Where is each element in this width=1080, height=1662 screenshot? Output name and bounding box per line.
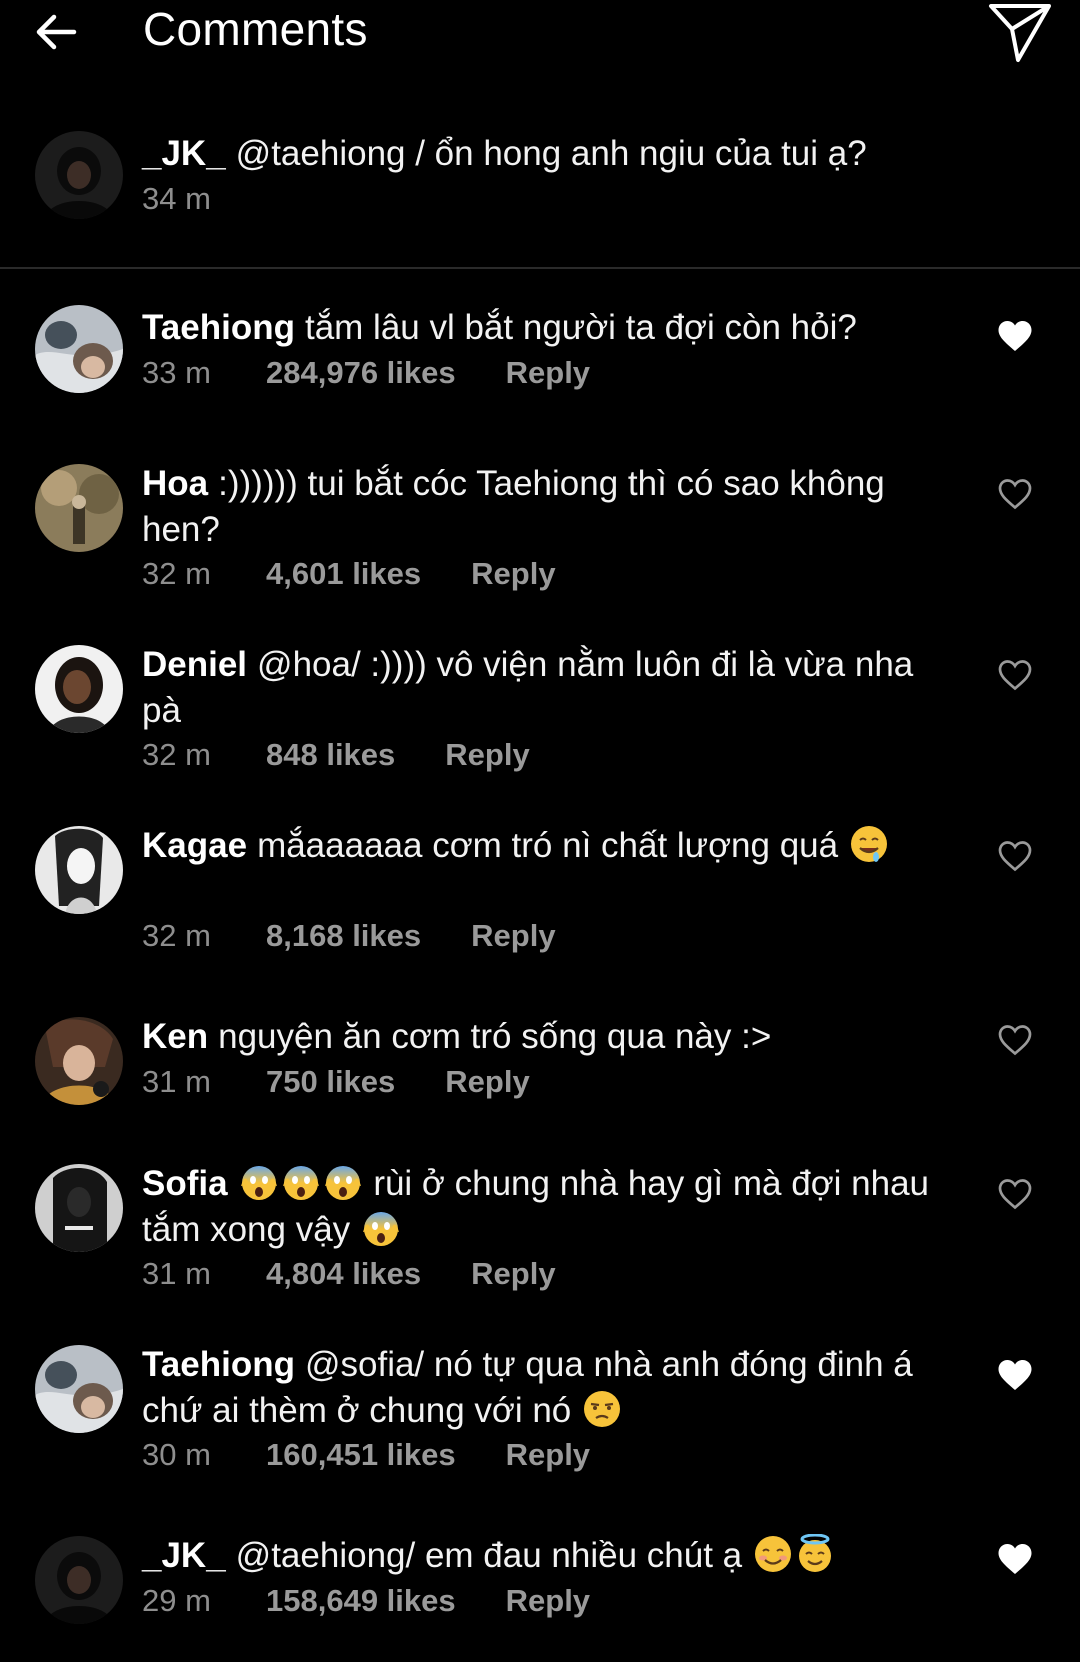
comment-text: Sofia rùi ở chung nhà hay gì mà đợi nhau… [142,1164,930,1249]
username[interactable]: Deniel [142,645,247,684]
comment-meta: 30 m 160,451 likes Reply [142,1435,590,1475]
comment-text: Kagae mắaaaaaa cơm tró nì chất lượng quá [142,823,942,869]
timestamp: 33 m [142,355,211,390]
heart-outline-icon[interactable] [997,1177,1033,1211]
comment-meta: 32 m 4,601 likes Reply [142,554,556,594]
unamused-face-emoji [584,1391,620,1427]
avatar[interactable] [35,1164,123,1252]
avatar[interactable] [35,826,123,914]
share-button[interactable] [984,0,1056,66]
reply-button[interactable]: Reply [445,1062,529,1102]
comment-text: _JK_ @taehiong/ em đau nhiều chút ạ [142,1533,942,1579]
username[interactable]: Kagae [142,826,247,865]
comment-text: Deniel @hoa/ :)))) vô viện nằm luôn đi là… [142,645,914,730]
reply-button[interactable]: Reply [471,916,555,956]
likes-count[interactable]: 4,804 likes [266,1254,421,1294]
avatar[interactable] [35,1017,123,1105]
heart-filled-icon[interactable] [997,1542,1033,1576]
comment-text: Ken nguyện ăn cơm tró sống qua này :> [142,1017,772,1056]
likes-count[interactable]: 160,451 likes [266,1435,456,1475]
comment-meta: 33 m 284,976 likes Reply [142,353,590,393]
avatar[interactable] [35,305,123,393]
username[interactable]: Sofia [142,1164,228,1203]
likes-count[interactable]: 4,601 likes [266,554,421,594]
screaming-face-emoji [324,1166,361,1200]
page-title: Comments [143,3,368,55]
arrow-left-icon [36,14,77,50]
comment-meta: 32 m 848 likes Reply [142,735,530,775]
heart-filled-icon[interactable] [997,319,1033,353]
reply-button[interactable]: Reply [506,353,590,393]
avatar[interactable] [35,1536,123,1624]
username[interactable]: Taehiong [142,1345,295,1384]
caption-meta: 34 m [142,179,266,219]
likes-count[interactable]: 8,168 likes [266,916,421,956]
avatar[interactable] [35,645,123,733]
reply-button[interactable]: Reply [471,1254,555,1294]
comment-meta: 31 m 750 likes Reply [142,1062,530,1102]
smiling-face-halo-emoji [798,1534,831,1572]
divider [0,267,1080,269]
comment-text: Hoa:)))))) tui bắt cóc Taehiong thì có s… [142,464,885,549]
heart-outline-icon[interactable] [997,477,1033,511]
timestamp: 30 m [142,1437,211,1472]
comment-text: Taehiong @sofia/ nó tự qua nhà anh đóng đ… [142,1345,913,1430]
heart-outline-icon[interactable] [997,839,1033,873]
heart-filled-icon[interactable] [997,1358,1033,1392]
top-bar: Comments [0,0,1080,70]
comment-text: Taehiong tắm lâu vl bắt người ta đợi còn … [142,308,857,347]
comment-meta: 32 m 8,168 likes Reply [142,916,556,956]
paper-plane-icon [989,4,1051,62]
username[interactable]: Hoa [142,464,208,503]
screaming-face-emoji [282,1166,319,1200]
avatar[interactable] [35,131,123,219]
drooling-face-emoji [850,826,887,862]
avatar[interactable] [35,464,123,552]
timestamp: 32 m [142,918,211,953]
timestamp: 32 m [142,737,211,772]
heart-outline-icon[interactable] [997,1023,1033,1057]
likes-count[interactable]: 750 likes [266,1062,395,1102]
post-caption: _JK_ @taehiong / ổn hong anh ngiu của tui… [0,128,1080,268]
avatar[interactable] [35,1345,123,1433]
timestamp: 29 m [142,1583,211,1618]
reply-button[interactable]: Reply [445,735,529,775]
caption-text: _JK_ @taehiong / ổn hong anh ngiu của tui… [142,134,867,173]
username[interactable]: _JK_ [142,1536,226,1575]
username[interactable]: _JK_ [142,134,226,173]
reply-button[interactable]: Reply [506,1581,590,1621]
timestamp: 34 m [142,181,211,216]
username[interactable]: Ken [142,1017,208,1056]
comment-meta: 29 m 158,649 likes Reply [142,1581,590,1621]
heart-outline-icon[interactable] [997,658,1033,692]
timestamp: 32 m [142,556,211,591]
smiling-face-emoji [754,1536,791,1572]
timestamp: 31 m [142,1064,211,1099]
timestamp: 31 m [142,1256,211,1291]
likes-count[interactable]: 158,649 likes [266,1581,456,1621]
reply-button[interactable]: Reply [471,554,555,594]
screaming-face-emoji [240,1166,277,1200]
screaming-face-emoji [362,1212,399,1246]
username[interactable]: Taehiong [142,308,295,347]
comment-meta: 31 m 4,804 likes Reply [142,1254,556,1294]
likes-count[interactable]: 284,976 likes [266,353,456,393]
likes-count[interactable]: 848 likes [266,735,395,775]
back-button[interactable] [26,4,86,60]
reply-button[interactable]: Reply [506,1435,590,1475]
